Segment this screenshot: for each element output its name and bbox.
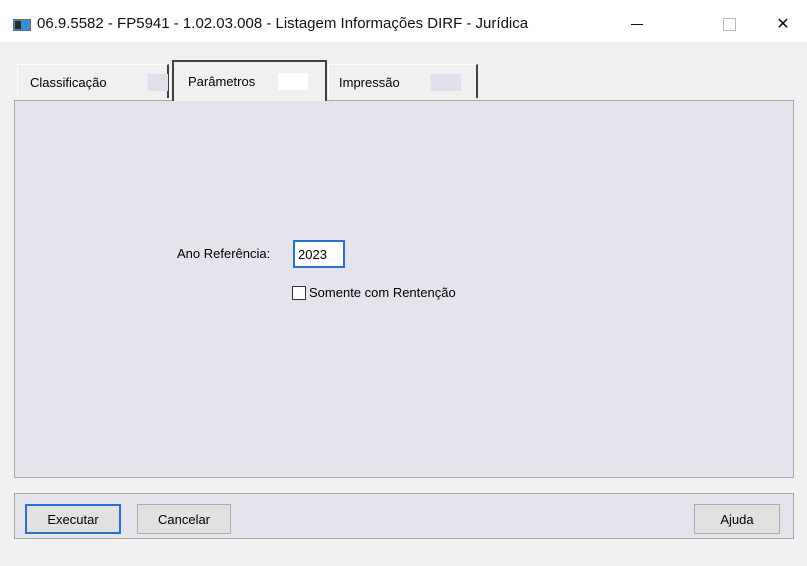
close-icon: ✕ [776, 16, 790, 33]
minimize-button[interactable] [614, 8, 660, 40]
button-bar: Executar Cancelar Ajuda [14, 493, 794, 539]
parameters-panel: Ano Referência: Somente com Rentenção [14, 100, 794, 478]
execute-button[interactable]: Executar [25, 504, 121, 534]
tab-label: Parâmetros [188, 73, 308, 90]
tab-classificacao[interactable]: Classificação [17, 64, 169, 98]
retention-option[interactable]: Somente com Rentenção [292, 285, 456, 300]
maximize-button[interactable] [706, 8, 752, 40]
tab-parametros[interactable]: Parâmetros [172, 60, 327, 101]
title-bar: 06.9.5582 - FP5941 - 1.02.03.008 - Lista… [0, 0, 807, 42]
retention-label: Somente com Rentenção [309, 285, 456, 300]
help-button[interactable]: Ajuda [694, 504, 780, 534]
cancel-button[interactable]: Cancelar [137, 504, 231, 534]
year-label: Ano Referência: [177, 246, 271, 261]
year-input[interactable] [293, 240, 345, 268]
retention-checkbox[interactable] [292, 285, 306, 300]
tab-label: Classificação [30, 74, 168, 91]
minimize-icon [631, 23, 643, 25]
app-icon[interactable] [13, 19, 31, 31]
maximize-icon [722, 17, 736, 31]
tab-label: Impressão [339, 74, 461, 91]
window-title: 06.9.5582 - FP5941 - 1.02.03.008 - Lista… [37, 15, 529, 32]
tab-impressao[interactable]: Impressão [328, 64, 478, 98]
close-button[interactable]: ✕ [760, 8, 806, 40]
